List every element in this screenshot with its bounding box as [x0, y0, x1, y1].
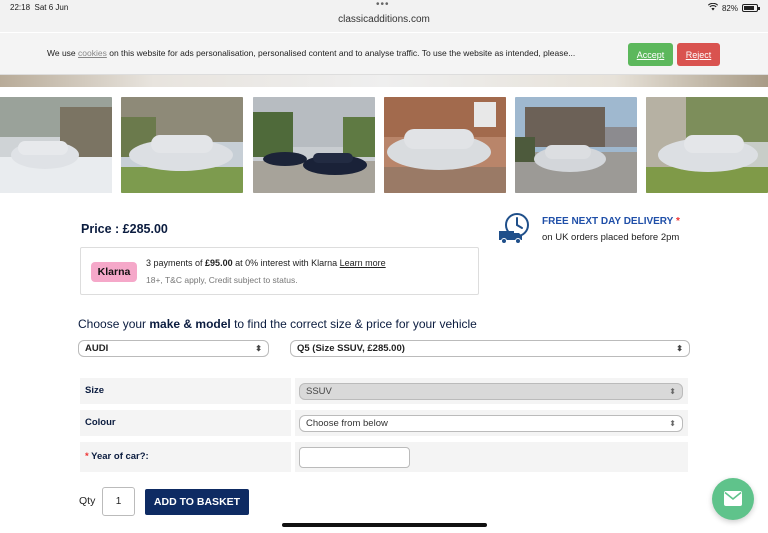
page: 22:18 Sat 6 Jun ••• 82% classicadditions…	[0, 0, 768, 533]
wifi-icon	[707, 2, 719, 13]
hero-image-strip	[0, 75, 768, 87]
status-right: 82%	[707, 2, 760, 13]
url-bar[interactable]: classicadditions.com	[0, 14, 768, 32]
size-select: SSUV ⬍	[299, 383, 683, 400]
year-input[interactable]	[299, 447, 410, 468]
colour-select[interactable]: Choose from below ⬍	[299, 415, 683, 432]
chevron-updown-icon: ⬍	[669, 387, 676, 396]
make-select[interactable]: AUDI ⬍	[78, 340, 269, 357]
price-label: Price : £285.00	[81, 222, 168, 236]
klarna-logo: Klarna	[91, 262, 137, 282]
chat-button[interactable]	[712, 478, 754, 520]
cookies-link[interactable]: cookies	[78, 48, 107, 58]
chevron-updown-icon: ⬍	[669, 419, 676, 428]
battery-percent: 82%	[721, 3, 738, 13]
delivery-title: FREE NEXT DAY DELIVERY *	[542, 216, 680, 227]
klarna-box: Klarna 3 payments of £95.00 at 0% intere…	[80, 247, 479, 295]
chevron-updown-icon: ⬍	[676, 344, 683, 353]
battery-icon	[742, 4, 760, 12]
delivery-truck-clock-icon	[497, 212, 533, 246]
klarna-payment-text: 3 payments of £95.00 at 0% interest with…	[146, 258, 386, 268]
size-label: Size	[80, 378, 291, 404]
choose-heading: Choose your make & model to find the cor…	[78, 317, 477, 331]
add-to-basket-button[interactable]: ADD TO BASKET	[145, 489, 249, 515]
cookie-message: We use cookies on this website for ads p…	[47, 48, 576, 58]
year-field	[295, 442, 688, 472]
colour-label: Colour	[80, 410, 291, 436]
thumbnail-2[interactable]	[121, 97, 243, 193]
qty-input[interactable]: 1	[102, 487, 135, 516]
thumbnail-4[interactable]	[384, 97, 506, 193]
accept-button[interactable]: Accept	[628, 43, 673, 66]
year-label: * Year of car?:	[80, 442, 291, 472]
delivery-text: on UK orders placed before 2pm	[542, 232, 680, 243]
mail-icon	[724, 491, 742, 506]
thumbnail-5[interactable]	[515, 97, 637, 193]
klarna-learn-more-link[interactable]: Learn more	[340, 258, 386, 268]
home-indicator[interactable]	[282, 523, 487, 527]
klarna-terms-text: 18+, T&C apply, Credit subject to status…	[146, 275, 298, 285]
thumbnail-3[interactable]	[253, 97, 375, 193]
status-time: 22:18 Sat 6 Jun	[10, 3, 69, 12]
status-bar: 22:18 Sat 6 Jun ••• 82%	[0, 0, 768, 14]
tab-dots[interactable]: •••	[376, 0, 390, 10]
thumbnail-1[interactable]	[0, 97, 112, 193]
cookie-banner: We use cookies on this website for ads p…	[0, 33, 768, 75]
model-select[interactable]: Q5 (Size SSUV, £285.00) ⬍	[290, 340, 690, 357]
reject-button[interactable]: Reject	[677, 43, 720, 66]
url-text: classicadditions.com	[338, 14, 430, 25]
qty-label: Qty	[79, 495, 96, 507]
size-field: SSUV ⬍	[295, 378, 688, 404]
colour-field: Choose from below ⬍	[295, 410, 688, 436]
chevron-updown-icon: ⬍	[255, 344, 262, 353]
thumbnail-gallery	[0, 97, 768, 193]
thumbnail-6[interactable]	[646, 97, 768, 193]
